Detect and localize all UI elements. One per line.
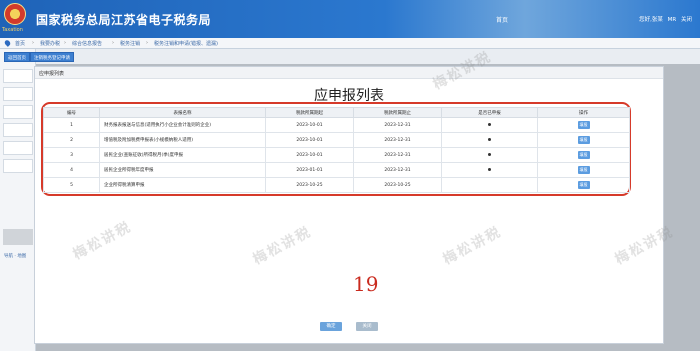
row-start-date: 2023-10-25 [265,177,354,193]
fill-button[interactable]: 填报 [577,121,590,129]
declaration-table: 编号 表报名称 税款所属期起 税款所属期止 是否已申报 操作 1 财务报表报送与… [43,107,630,193]
fill-button[interactable]: 填报 [577,166,590,174]
emblem-caption: Taxation [2,27,23,33]
row-declared [441,147,538,163]
header-bar: Taxation 国家税务总局江苏省电子税务局 首页 您好,张某 MR 关闭 [0,0,700,38]
row-no: 1 [43,117,100,133]
sidebar-slot[interactable] [3,141,33,155]
sidebar-slot[interactable] [3,105,33,119]
table-row: 1 财务报表报送与信息(适用执行小企业会计准则的企业) 2023-10-01 2… [43,117,630,133]
col-header-action: 操作 [537,107,630,118]
breadcrumb-item-report[interactable]: 综合信息报告 [72,40,102,47]
user-greeting-link[interactable]: 您好,张某 [639,17,663,23]
breadcrumb-separator: › [64,40,66,46]
cancel-registration-button[interactable]: 注销税务登记申请 [30,52,74,62]
row-no: 2 [43,132,100,148]
breadcrumb-separator: › [112,40,114,46]
row-form-name: 企业所得税清算申报 [99,177,266,193]
col-header-declared: 是否已申报 [441,107,538,118]
row-start-date: 2023-10-01 [265,117,354,133]
sidebar-slot[interactable] [3,159,33,173]
row-end-date: 2023-12-31 [353,132,442,148]
tax-emblem-icon [4,3,26,25]
annotation-number: 19 [353,272,379,296]
table-row: 3 居民企业(查账征收)所得税月(季)度申报 2023-10-01 2023-1… [43,147,630,163]
row-action: 填报 [537,147,630,163]
close-button[interactable]: 关闭 [356,322,378,331]
row-declared [441,162,538,178]
col-header-name: 表报名称 [99,107,266,118]
row-declared [441,117,538,133]
user-mr-link[interactable]: MR [668,17,677,23]
declared-dot-icon [488,152,491,156]
sidebar-slot[interactable] [3,69,33,83]
sidebar-gray-block [3,229,33,245]
left-sidebar: 导航 · 地图 [0,49,36,351]
close-link[interactable]: 关闭 [681,17,692,23]
table-row: 5 企业所得税清算申报 2023-10-25 2023-10-25 填报 [43,177,630,193]
row-end-date: 2023-12-31 [353,147,442,163]
nav-home-link[interactable]: 首页 [496,15,508,24]
row-start-date: 2023-10-01 [265,132,354,148]
sidebar-slot[interactable] [3,87,33,101]
row-action: 填报 [537,177,630,193]
fill-button[interactable]: 填报 [577,136,590,144]
breadcrumb-separator: › [146,40,148,46]
row-form-name: 财务报表报送与信息(适用执行小企业会计准则的企业) [99,117,266,133]
fill-button[interactable]: 填报 [577,181,590,189]
sidebar-slot[interactable] [3,123,33,137]
row-action: 填报 [537,117,630,133]
modal-header: 应申报列表 [35,67,663,79]
row-declared [441,132,538,148]
modal-tab-label: 应申报列表 [39,71,65,77]
col-header-start: 税款所属期起 [265,107,354,118]
row-action: 填报 [537,132,630,148]
row-end-date: 2023-12-31 [353,117,442,133]
row-end-date: 2023-12-31 [353,162,442,178]
confirm-button[interactable]: 确定 [320,322,342,331]
table-row: 4 居民企业所得税年度申报 2023-01-01 2023-12-31 填报 [43,162,630,178]
col-header-end: 税款所属期止 [353,107,442,118]
row-no: 4 [43,162,100,178]
breadcrumb-item-home[interactable]: 首页 [15,40,25,47]
table-row: 2 增值税及附加税费申报表(小规模纳税人适用) 2023-10-01 2023-… [43,132,630,148]
declaration-list-modal: 应申报列表 应申报列表 编号 表报名称 税款所属期起 税款所属期止 是否已申报 … [34,66,664,344]
row-start-date: 2023-10-01 [265,147,354,163]
breadcrumb: 首页 › 我要办税 › 综合信息报告 › 税务注销 › 税务注销和申请(错报、遗… [0,38,700,49]
row-start-date: 2023-01-01 [265,162,354,178]
row-end-date: 2023-10-25 [353,177,442,193]
sidebar-link[interactable]: 导航 · 地图 [4,253,26,259]
row-no: 3 [43,147,100,163]
site-title: 国家税务总局江苏省电子税务局 [36,13,212,27]
location-pin-icon [3,39,12,47]
row-form-name: 居民企业(查账征收)所得税月(季)度申报 [99,147,266,163]
declared-dot-icon [488,137,491,141]
fill-button[interactable]: 填报 [577,151,590,159]
declared-dot-icon [488,122,491,126]
row-action: 填报 [537,162,630,178]
row-no: 5 [43,177,100,193]
row-form-name: 增值税及附加税费申报表(小规模纳税人适用) [99,132,266,148]
col-header-no: 编号 [43,107,100,118]
breadcrumb-item-cancel[interactable]: 税务注销 [120,40,140,47]
breadcrumb-item-current[interactable]: 税务注销和申请(错报、遗漏) [154,40,218,47]
user-links: 您好,张某 MR 关闭 [636,15,692,23]
declared-dot-icon [488,167,491,171]
return-home-button[interactable]: 返回首页 [4,52,30,62]
breadcrumb-separator: › [32,40,34,46]
row-form-name: 居民企业所得税年度申报 [99,162,266,178]
breadcrumb-item-tax[interactable]: 我要办税 [40,40,60,47]
row-declared [441,177,538,193]
table-header-row: 编号 表报名称 税款所属期起 税款所属期止 是否已申报 操作 [43,107,630,118]
